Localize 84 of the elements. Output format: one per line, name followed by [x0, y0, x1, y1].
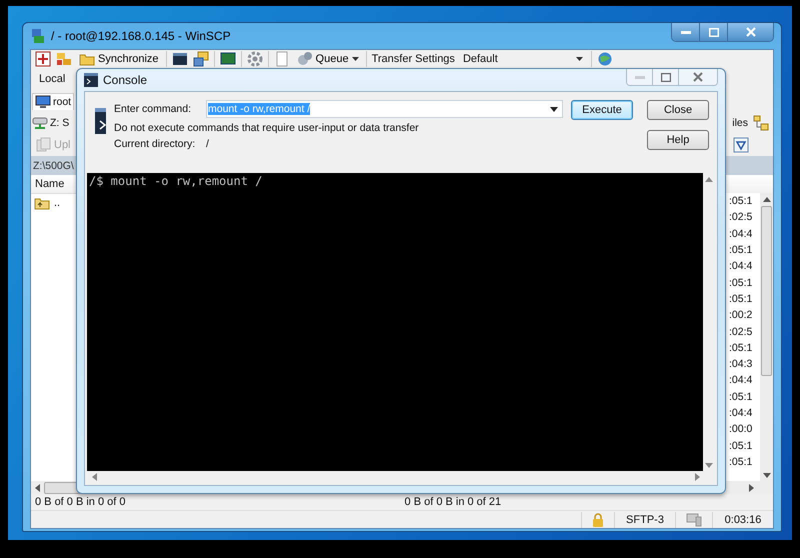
compare-icon[interactable] — [35, 51, 51, 67]
table-cell-text: :00:2 — [729, 308, 754, 324]
synchronize-button[interactable]: Synchronize — [77, 52, 161, 66]
scroll-down-icon[interactable] — [762, 472, 770, 478]
caret-icon — [352, 57, 359, 61]
table-cell-text: :02:5 — [729, 210, 754, 226]
table-cell-text: :04:4 — [729, 406, 754, 421]
directory-label: Current directory: — [114, 138, 196, 150]
folders-icon[interactable] — [56, 51, 72, 67]
computer-icon — [686, 512, 702, 526]
terminal-icon — [84, 73, 98, 87]
tree-icon[interactable] — [753, 115, 769, 131]
protocol-label: SFTP-3 — [614, 512, 675, 528]
document-icon[interactable] — [274, 51, 290, 67]
terminal-icon[interactable] — [172, 51, 188, 67]
scroll-right-icon[interactable] — [748, 484, 755, 492]
file-row[interactable]: .. — [31, 194, 151, 212]
table-cell-text: :05:1 — [729, 438, 754, 454]
local-status: 0 B of 0 B in 0 of 0 — [35, 496, 126, 508]
table-cell-text: :05:1 — [729, 243, 754, 258]
dialog-title: Console — [103, 73, 148, 87]
vertical-scrollbar[interactable] — [760, 193, 773, 481]
windows-icon[interactable] — [192, 51, 209, 67]
maximize-button[interactable] — [700, 23, 728, 41]
queue-button[interactable]: Queue — [294, 51, 361, 67]
maximize-icon — [708, 28, 718, 36]
local-path: Z:\500G\ — [33, 160, 74, 172]
transfer-settings-label: Transfer Settings — [372, 53, 455, 65]
filter-icon[interactable] — [733, 137, 749, 153]
caret-icon — [576, 57, 583, 61]
table-cell-text: :04:4 — [729, 259, 754, 274]
table-cell-text: :05:1 — [729, 194, 754, 210]
folder-icon — [79, 52, 95, 66]
table-cell-text: :04:4 — [729, 226, 754, 242]
transfer-preset-dropdown[interactable]: Default — [460, 53, 586, 65]
close-button[interactable] — [679, 69, 717, 85]
terminal-icon — [95, 108, 106, 134]
remote-status: 0 B of 0 B in 0 of 21 — [404, 496, 502, 508]
find-files-button[interactable]: iles — [732, 117, 748, 129]
table-cell-text: :05:1 — [729, 454, 754, 470]
session-time: 0:03:16 — [712, 512, 773, 528]
scroll-left-icon[interactable] — [91, 473, 98, 481]
maximize-button[interactable] — [653, 69, 679, 85]
drive-dropdown[interactable]: Z: S — [32, 116, 70, 130]
scroll-down-icon[interactable] — [705, 462, 713, 468]
dropdown-arrow-icon[interactable] — [550, 106, 558, 112]
table-cell-text: :04:3 — [729, 357, 754, 372]
table-cell-text: :02:5 — [729, 324, 754, 340]
close-icon — [693, 72, 703, 82]
current-directory: / — [206, 138, 209, 150]
parent-folder-icon — [34, 196, 50, 210]
globe-icon[interactable] — [596, 51, 613, 67]
upload-icon — [35, 137, 51, 153]
lock-icon — [592, 512, 604, 526]
app-icon — [30, 28, 46, 44]
dialog-button[interactable]: Help — [647, 130, 709, 150]
settings-icon[interactable] — [246, 51, 263, 67]
output-line: /$ mount -o rw,remount / — [89, 174, 264, 188]
close-button[interactable] — [728, 23, 773, 41]
monitor-icon — [35, 94, 51, 108]
scroll-left-icon[interactable] — [34, 484, 41, 492]
screen-icon[interactable] — [220, 51, 236, 67]
dialog-button[interactable]: Execute — [571, 100, 633, 120]
minimize-icon — [680, 30, 690, 34]
command-label: Enter command: — [114, 103, 192, 115]
close-icon — [746, 27, 756, 37]
local-menu[interactable]: Local — [35, 73, 70, 85]
table-cell-text: :05:1 — [729, 390, 754, 405]
warning-text: Do not execute commands that require user-input or data transfer — [114, 122, 420, 134]
horizontal-scrollbar[interactable] — [726, 481, 773, 494]
scroll-right-icon[interactable] — [694, 473, 701, 481]
dialog-button[interactable]: Close — [647, 100, 709, 120]
maximize-icon — [660, 72, 670, 82]
table-cell-text: :00:0 — [729, 422, 754, 438]
network-drive-icon — [32, 116, 48, 130]
minimize-icon — [634, 76, 644, 78]
window-title: / - root@192.168.0.145 - WinSCP — [51, 29, 231, 43]
table-cell-text: :05:1 — [729, 340, 754, 356]
minimize-button[interactable] — [672, 23, 700, 41]
table-cell-text: :05:1 — [729, 276, 754, 291]
table-cell-text: :04:4 — [729, 373, 754, 388]
table-cell-text: :05:1 — [729, 292, 754, 307]
scroll-up-icon[interactable] — [762, 196, 770, 202]
session-tab[interactable]: root — [32, 92, 74, 110]
